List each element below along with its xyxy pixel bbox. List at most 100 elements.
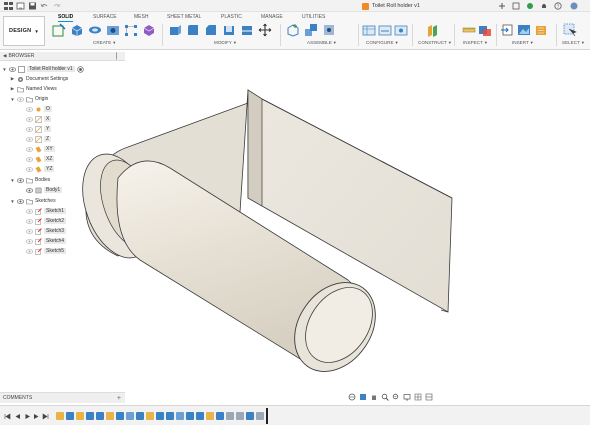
job-status-icon[interactable] (526, 2, 534, 10)
skip-to-end-icon[interactable] (42, 413, 49, 420)
tree-item-plane-xz[interactable]: XZ (26, 154, 55, 164)
step-back-icon[interactable] (14, 413, 21, 420)
tree-item-axis-z[interactable]: Z (26, 134, 52, 144)
new-component-icon[interactable] (286, 23, 300, 37)
redo-icon[interactable] (52, 2, 61, 10)
timeline-revolve-icon[interactable] (126, 412, 134, 420)
insert-derive-icon[interactable] (500, 23, 514, 37)
eye-hidden-icon[interactable] (26, 166, 33, 172)
eye-hidden-icon[interactable] (26, 106, 33, 112)
timeline-extrude-icon[interactable] (156, 412, 164, 420)
tab-surface[interactable]: SURFACE (93, 14, 117, 20)
app-grid-icon[interactable] (4, 2, 13, 10)
tree-item-origin-point[interactable]: O (26, 104, 52, 114)
fillet-icon[interactable] (186, 23, 200, 37)
tree-item-axis-x[interactable]: X (26, 114, 52, 124)
hole-icon[interactable] (106, 23, 120, 37)
group-assemble[interactable]: ASSEMBLE▼ (307, 40, 337, 45)
group-insert[interactable]: INSERT▼ (512, 40, 534, 45)
activate-radio-icon[interactable] (77, 65, 84, 73)
chevron-down-icon[interactable]: ▼ (10, 178, 15, 183)
eye-icon[interactable] (9, 66, 16, 72)
timeline-extrude-icon[interactable] (66, 412, 74, 420)
create-form-icon[interactable] (142, 23, 156, 37)
timeline-sketch-icon[interactable] (76, 412, 84, 420)
timeline-extrude-icon[interactable] (186, 412, 194, 420)
grid-settings-icon[interactable] (414, 393, 422, 401)
eye-hidden-icon[interactable] (26, 116, 33, 122)
eye-hidden-icon[interactable] (26, 136, 33, 142)
timeline-fillet-icon[interactable] (166, 412, 174, 420)
help-icon[interactable]: ? (554, 2, 562, 10)
split-body-icon[interactable] (240, 23, 254, 37)
timeline-chamfer-icon[interactable] (236, 412, 244, 420)
timeline-revolve-icon[interactable] (176, 412, 184, 420)
new-tab-icon[interactable] (498, 2, 506, 10)
tree-item-plane-yz[interactable]: YZ (26, 164, 55, 174)
collapse-panel-icon[interactable]: ▏ (116, 53, 121, 60)
play-icon[interactable] (24, 413, 31, 420)
eye-hidden-icon[interactable] (26, 146, 33, 152)
timeline-extrude-icon[interactable] (86, 412, 94, 420)
extrude-icon[interactable] (70, 23, 84, 37)
eye-hidden-icon[interactable] (26, 228, 33, 234)
tree-item-plane-xy[interactable]: XY (26, 144, 55, 154)
timeline-fillet-icon[interactable] (136, 412, 144, 420)
timeline-sketch-icon[interactable] (56, 412, 64, 420)
chamfer-icon[interactable] (204, 23, 218, 37)
browser-panel-header[interactable]: ◀ BROWSER ▏ (0, 52, 125, 61)
timeline-marker[interactable] (266, 408, 268, 424)
tree-item-sketch2[interactable]: Sketch2 (26, 216, 67, 226)
offset-plane-icon[interactable] (426, 23, 440, 37)
eye-hidden-icon[interactable] (26, 218, 33, 224)
workspace-switcher-button[interactable]: DESIGN ▼ (3, 16, 45, 46)
tree-item-sketches[interactable]: ▼ Sketches (10, 196, 55, 206)
select-icon[interactable] (563, 23, 577, 37)
configure-table-icon[interactable] (362, 23, 376, 37)
look-at-icon[interactable] (359, 393, 367, 401)
file-menu-icon[interactable] (16, 2, 25, 10)
tree-item-body1[interactable]: Body1 (26, 185, 63, 195)
configure-rule-icon[interactable] (378, 23, 392, 37)
tab-sheet-metal[interactable]: SHEET METAL (167, 14, 201, 20)
joint-icon[interactable] (304, 23, 318, 37)
eye-icon[interactable] (17, 198, 24, 204)
measure-icon[interactable] (462, 23, 476, 37)
user-avatar-icon[interactable] (570, 2, 578, 10)
step-forward-icon[interactable] (33, 413, 40, 420)
timeline-sketch-icon[interactable] (206, 412, 214, 420)
orbit-icon[interactable] (348, 393, 356, 401)
group-inspect[interactable]: INSPECT▼ (463, 40, 488, 45)
toilet-roll-holder-model[interactable] (69, 89, 453, 387)
revolve-icon[interactable] (88, 23, 102, 37)
skip-to-start-icon[interactable] (4, 413, 11, 420)
display-settings-icon[interactable] (403, 393, 411, 401)
add-comment-icon[interactable]: + (117, 395, 121, 402)
timeline-extrude-icon[interactable] (116, 412, 124, 420)
create-sketch-icon[interactable] (52, 23, 66, 37)
viewports-icon[interactable] (425, 393, 433, 401)
chevron-down-icon[interactable]: ◀ (3, 53, 6, 59)
interference-icon[interactable] (478, 23, 492, 37)
chevron-right-icon[interactable]: ▶ (10, 86, 15, 92)
document-tab[interactable]: Toilet Roll holder v1 (362, 0, 420, 12)
group-create[interactable]: CREATE▼ (93, 40, 116, 45)
tree-item-sketch4[interactable]: Sketch4 (26, 236, 67, 246)
eye-hidden-icon[interactable] (26, 238, 33, 244)
group-construct[interactable]: CONSTRUCT▼ (418, 40, 452, 45)
tab-plastic[interactable]: PLASTIC (221, 14, 242, 20)
shell-icon[interactable] (222, 23, 236, 37)
as-built-joint-icon[interactable] (322, 23, 336, 37)
timeline-sketch-icon[interactable] (106, 412, 114, 420)
eye-hidden-icon[interactable] (26, 156, 33, 162)
model-viewport[interactable] (0, 52, 590, 405)
eye-hidden-icon[interactable] (17, 96, 24, 102)
tree-item-document-settings[interactable]: ▶ Document Settings (10, 74, 68, 84)
group-configure[interactable]: CONFIGURE▼ (366, 40, 399, 45)
tree-item-sketch5[interactable]: Sketch5 (26, 246, 67, 256)
tree-item-named-views[interactable]: ▶ Named Views (10, 84, 57, 94)
fit-icon[interactable] (392, 393, 400, 401)
insert-canvas-icon[interactable] (517, 23, 531, 37)
tree-item-axis-y[interactable]: Y (26, 124, 52, 134)
eye-hidden-icon[interactable] (26, 126, 33, 132)
